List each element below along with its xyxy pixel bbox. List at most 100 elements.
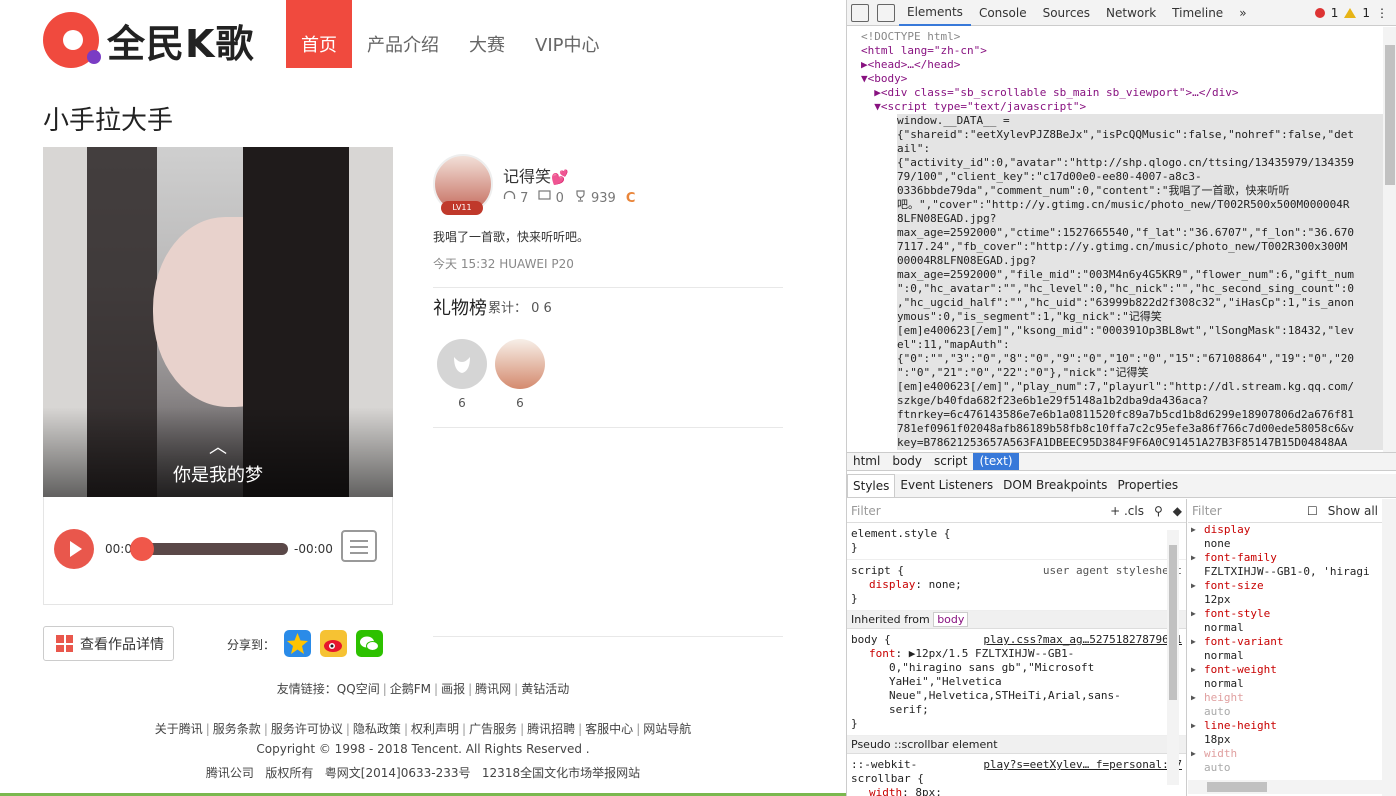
script-text-line: 8LFN08EGAD.jpg? bbox=[897, 212, 997, 225]
computed-pane: Filter ☐ Show all displaynonefont-family… bbox=[1188, 499, 1382, 796]
gift-avatar-1[interactable] bbox=[437, 339, 487, 389]
tab-timeline[interactable]: Timeline bbox=[1164, 0, 1231, 26]
tab-sources[interactable]: Sources bbox=[1035, 0, 1098, 26]
error-counter[interactable]: 1 1 ⋮ bbox=[1314, 6, 1396, 20]
dom-tree[interactable]: <!DOCTYPE html> <html lang="zh-cn"> ▶<he… bbox=[847, 27, 1383, 452]
user-nick[interactable]: 记得笑💕 bbox=[503, 163, 568, 187]
expand-lyrics-icon[interactable]: ︿ bbox=[43, 433, 393, 459]
styles-tools[interactable]: + .cls ⚲ ◆ bbox=[1110, 504, 1182, 518]
computed-scrollbar[interactable] bbox=[1382, 499, 1396, 796]
dom-node[interactable]: <html lang="zh-cn"> bbox=[861, 44, 1383, 58]
computed-hscrollbar-thumb[interactable] bbox=[1207, 782, 1267, 792]
nav-product[interactable]: 产品介绍 bbox=[352, 0, 454, 68]
script-text-line: 781ef0961f02048afb86189b58fb8c10ffa7c2c9… bbox=[897, 422, 1354, 435]
comment-icon[interactable] bbox=[341, 530, 377, 562]
logo[interactable]: 全民K歌 bbox=[43, 12, 254, 68]
footer-link[interactable]: 隐私政策 bbox=[353, 722, 401, 736]
crumb-body[interactable]: body bbox=[886, 453, 928, 470]
gift-count-1: 6 bbox=[458, 396, 466, 410]
rule-body[interactable]: body { play.css?max_ag…527518278796:1 fo… bbox=[847, 629, 1186, 736]
stylesheet-link[interactable]: play?s=eetXylev… f=personal:37 bbox=[983, 758, 1182, 772]
computed-property[interactable]: heightauto bbox=[1188, 691, 1382, 719]
more-tabs-icon[interactable]: » bbox=[1231, 0, 1254, 26]
tab-event-listeners[interactable]: Event Listeners bbox=[895, 474, 998, 497]
footer-link[interactable]: 客服中心 bbox=[585, 722, 633, 736]
pseudo-header: Pseudo ::scrollbar element bbox=[847, 736, 1186, 754]
footer-link[interactable]: 服务条款 bbox=[213, 722, 261, 736]
play-button[interactable] bbox=[54, 529, 94, 569]
computed-property[interactable]: line-height18px bbox=[1188, 719, 1382, 747]
rule-scrollbar[interactable]: ::-webkit- play?s=eetXylev… f=personal:3… bbox=[847, 754, 1186, 796]
computed-property[interactable]: font-stylenormal bbox=[1188, 607, 1382, 635]
footer-link[interactable]: 腾讯招聘 bbox=[527, 722, 575, 736]
weibo-share-icon[interactable] bbox=[320, 630, 347, 657]
computed-property[interactable]: widthauto bbox=[1188, 747, 1382, 775]
gift-avatar-2[interactable] bbox=[495, 339, 545, 389]
nav-home[interactable]: 首页 bbox=[286, 0, 352, 68]
dom-node[interactable]: ▶<div class="sb_scrollable sb_main sb_vi… bbox=[861, 86, 1383, 100]
tab-dom-breakpoints[interactable]: DOM Breakpoints bbox=[998, 474, 1112, 497]
crumb-script[interactable]: script bbox=[928, 453, 973, 470]
divider bbox=[433, 287, 783, 288]
tab-console[interactable]: Console bbox=[971, 0, 1035, 26]
inspect-icon[interactable] bbox=[851, 3, 869, 22]
script-text-line: ail": bbox=[897, 142, 931, 155]
friend-link[interactable]: 企鹅FM bbox=[390, 682, 431, 696]
crumb-html[interactable]: html bbox=[847, 453, 886, 470]
friend-link[interactable]: QQ空间 bbox=[337, 682, 380, 696]
footer-link[interactable]: 权利声明 bbox=[411, 722, 459, 736]
computed-property[interactable]: font-variantnormal bbox=[1188, 635, 1382, 663]
detail-icon bbox=[56, 635, 73, 652]
tab-network[interactable]: Network bbox=[1098, 0, 1164, 26]
rule-script[interactable]: script { user agent stylesheet display: … bbox=[847, 560, 1186, 611]
footer-link[interactable]: 网站导航 bbox=[643, 722, 691, 736]
wechat-share-icon[interactable] bbox=[356, 630, 383, 657]
nav-vip[interactable]: VIP中心 bbox=[520, 0, 614, 68]
script-text-line: 吧。","cover":"http://y.gtimg.cn/music/pho… bbox=[897, 198, 1350, 211]
footer-link[interactable]: 关于腾讯 bbox=[155, 722, 203, 736]
crumb-text[interactable]: (text) bbox=[973, 453, 1019, 470]
friend-link[interactable]: 画报 bbox=[441, 682, 465, 696]
progress-knob[interactable] bbox=[130, 537, 154, 561]
tab-elements[interactable]: Elements bbox=[899, 0, 971, 26]
computed-property[interactable]: font-weightnormal bbox=[1188, 663, 1382, 691]
computed-property[interactable]: displaynone bbox=[1188, 523, 1382, 551]
computed-filter[interactable]: Filter ☐ Show all bbox=[1188, 499, 1382, 523]
tab-styles[interactable]: Styles bbox=[847, 474, 896, 497]
nav-contest[interactable]: 大赛 bbox=[454, 0, 520, 68]
dom-node[interactable]: ▼<body> bbox=[861, 72, 1383, 86]
footer-link[interactable]: 广告服务 bbox=[469, 722, 517, 736]
progress-bar[interactable] bbox=[142, 543, 288, 555]
computed-property[interactable]: font-size12px bbox=[1188, 579, 1382, 607]
dom-scrollbar-thumb[interactable] bbox=[1385, 45, 1395, 185]
script-text-line: ":0,"hc_avatar":"","hc_level":0,"hc_nick… bbox=[897, 282, 1354, 295]
friend-link[interactable]: 腾讯网 bbox=[475, 682, 511, 696]
dom-node[interactable]: <!DOCTYPE html> bbox=[861, 30, 1383, 44]
styles-filter[interactable]: Filter + .cls ⚲ ◆ bbox=[847, 499, 1186, 523]
dom-node[interactable]: ▶<head>…</head> bbox=[861, 58, 1383, 72]
dom-node[interactable]: ▼<script type="text/javascript"> bbox=[861, 100, 1383, 114]
c-badge: C bbox=[625, 190, 636, 206]
stylesheet-link[interactable]: play.css?max_ag…527518278796:1 bbox=[983, 633, 1182, 647]
menu-icon[interactable]: ⋮ bbox=[1376, 6, 1388, 20]
qzone-share-icon[interactable] bbox=[284, 630, 311, 657]
song-cover[interactable]: ︿ 你是我的梦 bbox=[43, 147, 393, 497]
device-mode-icon[interactable] bbox=[877, 3, 895, 22]
license: 腾讯公司 版权所有 粤网文[2014]0633-233号 12318全国文化市场… bbox=[205, 766, 641, 780]
styles-scrollbar-thumb[interactable] bbox=[1169, 545, 1177, 700]
computed-property[interactable]: font-familyFZLTXIHJW--GB1-0, 'hiragi bbox=[1188, 551, 1382, 579]
comments-stat: 0 bbox=[538, 190, 564, 206]
warning-icon bbox=[1344, 7, 1357, 18]
comment-count-icon bbox=[538, 190, 552, 200]
selected-script-text[interactable]: window.__DATA__ = {"shareid":"eetXylevPJZ… bbox=[897, 114, 1383, 450]
show-all-toggle[interactable]: ☐ Show all bbox=[1307, 504, 1378, 518]
view-detail-button[interactable]: 查看作品详情 bbox=[43, 626, 174, 661]
rule-element-style[interactable]: element.style { } bbox=[847, 523, 1186, 560]
breadcrumb: html body script (text) bbox=[847, 452, 1396, 471]
friend-link[interactable]: 黄钻活动 bbox=[521, 682, 569, 696]
song-description: 我唱了一首歌，快来听听吧。 bbox=[433, 230, 590, 244]
footer-link[interactable]: 服务许可协议 bbox=[271, 722, 343, 736]
computed-list: displaynonefont-familyFZLTXIHJW--GB1-0, … bbox=[1188, 523, 1382, 775]
styles-subtabs: Styles Event Listeners DOM Breakpoints P… bbox=[847, 474, 1396, 498]
tab-properties[interactable]: Properties bbox=[1112, 474, 1183, 497]
